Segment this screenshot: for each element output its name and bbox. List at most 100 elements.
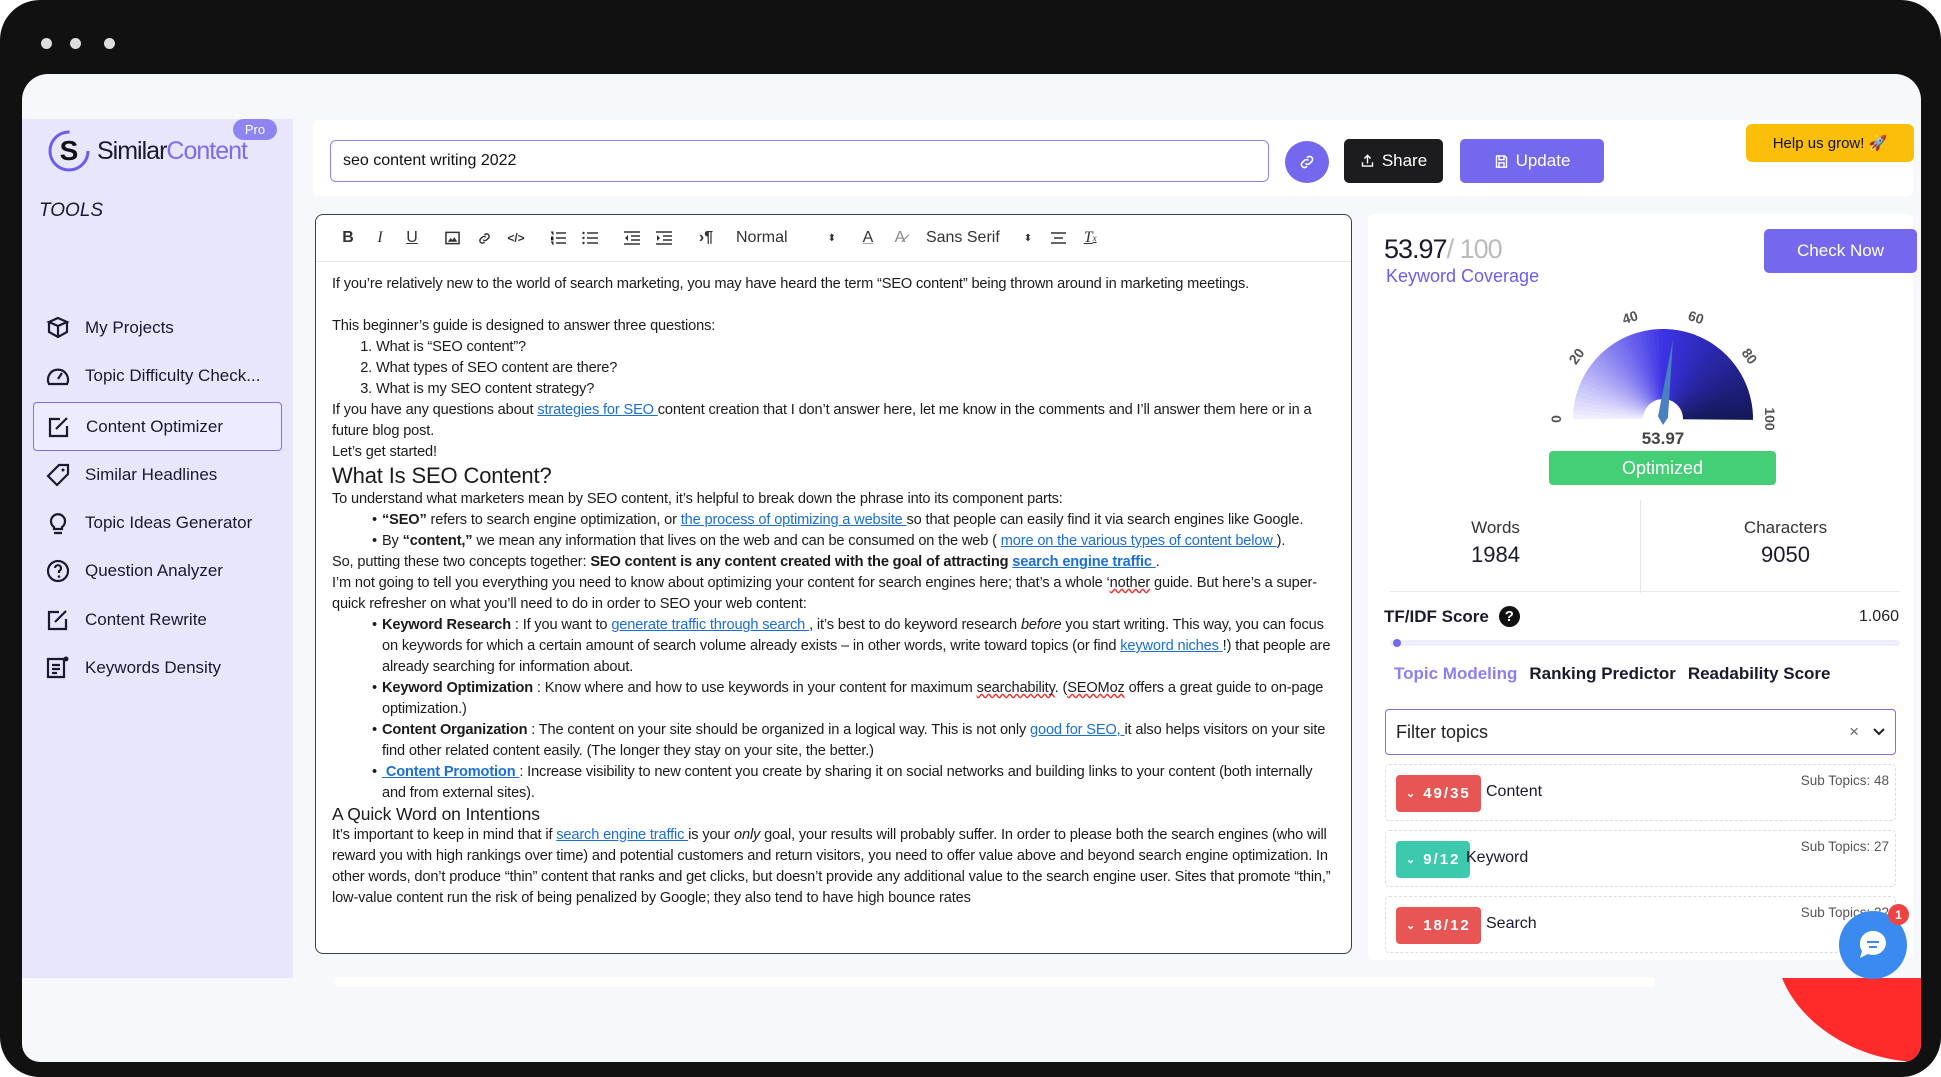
bullet-list-button[interactable]: [574, 223, 606, 253]
misspelled-word[interactable]: SEOMoz: [1067, 680, 1125, 696]
text-color-button[interactable]: A: [852, 223, 884, 253]
text-run: By: [381, 533, 403, 549]
share-button[interactable]: Share: [1344, 139, 1443, 183]
sidebar-item-label: Topic Ideas Generator: [85, 512, 253, 532]
gauge-tick-label: 20: [1565, 345, 1587, 367]
help-icon[interactable]: ?: [1498, 606, 1520, 627]
content-block: If you have any questions about strategi…: [332, 400, 1335, 442]
font-select[interactable]: Sans Serif ⬍: [926, 223, 1032, 253]
misspelled-word[interactable]: nother: [1110, 575, 1151, 591]
analysis-tabs: Topic Modeling Ranking Predictor Readabi…: [1394, 664, 1831, 684]
content-link[interactable]: good for SEO,: [1030, 722, 1124, 738]
list-item: By “content,” we mean any information th…: [382, 531, 1335, 552]
code-button[interactable]: </>: [500, 223, 532, 253]
italic-button[interactable]: I: [364, 223, 396, 253]
sidebar-item-content-optimizer[interactable]: Content Optimizer: [33, 402, 282, 451]
content-link[interactable]: search engine traffic: [556, 827, 688, 843]
footer-strip: [335, 977, 1655, 987]
chevron-down-icon[interactable]: [1873, 728, 1885, 736]
sidebar-item-topic-ideas-generator[interactable]: Topic Ideas Generator: [33, 498, 282, 547]
filter-topics-select[interactable]: Filter topics ×: [1385, 709, 1896, 755]
background-color-button[interactable]: A̷: [884, 223, 916, 253]
save-icon: [1495, 154, 1507, 168]
sidebar-item-question-analyzer[interactable]: Question Analyzer: [33, 546, 282, 595]
check-now-button[interactable]: Check Now: [1764, 229, 1917, 273]
text-run: , it’s best to do keyword research: [809, 617, 1021, 633]
bold-button[interactable]: B: [332, 223, 364, 253]
content-link[interactable]: more on the various types of content bel…: [1001, 533, 1277, 549]
chat-icon: [1859, 930, 1886, 958]
text-run: ).: [1276, 533, 1286, 549]
text-run: : The content on your site should be org…: [527, 722, 1031, 738]
words-stat: Words 1984: [1471, 518, 1520, 567]
content-link[interactable]: Content Promotion: [382, 764, 519, 780]
edit-icon: [47, 609, 68, 630]
sidebar-item-my-projects[interactable]: My Projects: [33, 303, 282, 352]
tab-ranking-predictor[interactable]: Ranking Predictor: [1529, 664, 1675, 684]
text-run: So, putting these two concepts together:: [332, 554, 591, 570]
clear-format-button[interactable]: Tx: [1074, 223, 1106, 253]
underline-button[interactable]: U: [396, 223, 428, 253]
topic-row[interactable]: ⌄ 9/12 Keyword Sub Topics: 27: [1385, 830, 1896, 887]
ordered-list-button[interactable]: [542, 223, 574, 253]
text-run: What is “SEO content”?: [376, 339, 526, 355]
select-arrows-icon: ⬍: [827, 232, 836, 244]
list-item: What types of SEO content are there?: [376, 358, 1335, 379]
text-run: refers to search engine optimization, or: [426, 512, 681, 528]
topic-row[interactable]: ⌄ 18/12 Search Sub Topics: 22: [1385, 896, 1896, 953]
outdent-button[interactable]: [616, 223, 648, 253]
chevron-down-icon: ⌄: [1406, 854, 1416, 866]
update-button[interactable]: Update: [1460, 139, 1604, 183]
content-block: To understand what marketers mean by SEO…: [332, 489, 1335, 510]
link-button[interactable]: [1285, 141, 1329, 183]
content-link[interactable]: strategies for SEO: [537, 402, 657, 418]
content-link[interactable]: search engine traffic: [1012, 554, 1156, 570]
indent-button[interactable]: [648, 223, 680, 253]
keyword-input[interactable]: [330, 140, 1269, 182]
app-screen: S SimilarContent Pro TOOLS My Projects To…: [22, 74, 1921, 1062]
outdent-icon: [624, 231, 640, 245]
characters-stat: Characters 9050: [1743, 518, 1828, 567]
topic-count: 9/12: [1423, 851, 1461, 868]
topic-row[interactable]: ⌄ 49/35 Content Sub Topics: 48: [1385, 764, 1896, 821]
topic-count: 49/35: [1423, 785, 1471, 802]
editor-content[interactable]: If you’re relatively new to the world of…: [316, 262, 1351, 909]
content-block: I’m not going to tell you everything you…: [332, 573, 1335, 615]
score-panel: 53.97/ 100 Keyword Coverage Check Now 0 2…: [1368, 214, 1917, 960]
bold-text: Content Organization: [381, 722, 528, 738]
topic-count-badge[interactable]: ⌄ 49/35: [1396, 775, 1481, 812]
sidebar-item-keywords-density[interactable]: Keywords Density: [33, 643, 282, 692]
list-item: Content Promotion : Increase visibility …: [382, 762, 1335, 804]
content-editor[interactable]: B I U </> ›¶ Normal ⬍ A A̷ Sans Serif ⬍ Tx…: [315, 214, 1352, 954]
keyword-bar: Share Update: [313, 120, 1913, 196]
tab-readability-score[interactable]: Readability Score: [1688, 664, 1831, 684]
sidebar-item-topic-difficulty-check[interactable]: Topic Difficulty Check...: [33, 351, 282, 400]
sidebar-item-content-rewrite[interactable]: Content Rewrite: [33, 595, 282, 644]
link-format-button[interactable]: [468, 223, 500, 253]
topic-count-badge[interactable]: ⌄ 9/12: [1396, 841, 1471, 878]
content-link[interactable]: generate traffic through search: [611, 617, 809, 633]
format-select[interactable]: Normal ⬍: [736, 223, 836, 253]
sidebar-item-label: My Projects: [85, 317, 174, 337]
gauge-tick-label: 100: [1762, 407, 1778, 431]
text-run: What Is SEO Content?: [332, 463, 552, 488]
misspelled-word[interactable]: searchability: [977, 680, 1055, 696]
align-button[interactable]: [1042, 223, 1074, 253]
text-run: : Increase visibility to new content you…: [382, 764, 1313, 801]
clear-icon[interactable]: ×: [1849, 722, 1859, 742]
logo[interactable]: S SimilarContent: [47, 129, 248, 173]
image-button[interactable]: [436, 223, 468, 253]
content-link[interactable]: keyword niches: [1120, 638, 1222, 654]
sidebar-item-similar-headlines[interactable]: Similar Headlines: [33, 450, 282, 499]
window-dot: [70, 38, 81, 49]
help-us-grow-button[interactable]: Help us grow! 🚀: [1746, 124, 1914, 162]
image-icon: [444, 231, 460, 245]
text-direction-button[interactable]: ›¶: [690, 223, 722, 253]
tab-topic-modeling[interactable]: Topic Modeling: [1394, 664, 1517, 684]
topic-count-badge[interactable]: ⌄ 18/12: [1396, 907, 1481, 944]
content-block: Keyword Research : If you want to genera…: [332, 615, 1335, 804]
content-link[interactable]: the process of optimizing a website: [681, 512, 907, 528]
coverage-label: Keyword Coverage: [1386, 266, 1540, 286]
share-icon: [1361, 154, 1373, 167]
